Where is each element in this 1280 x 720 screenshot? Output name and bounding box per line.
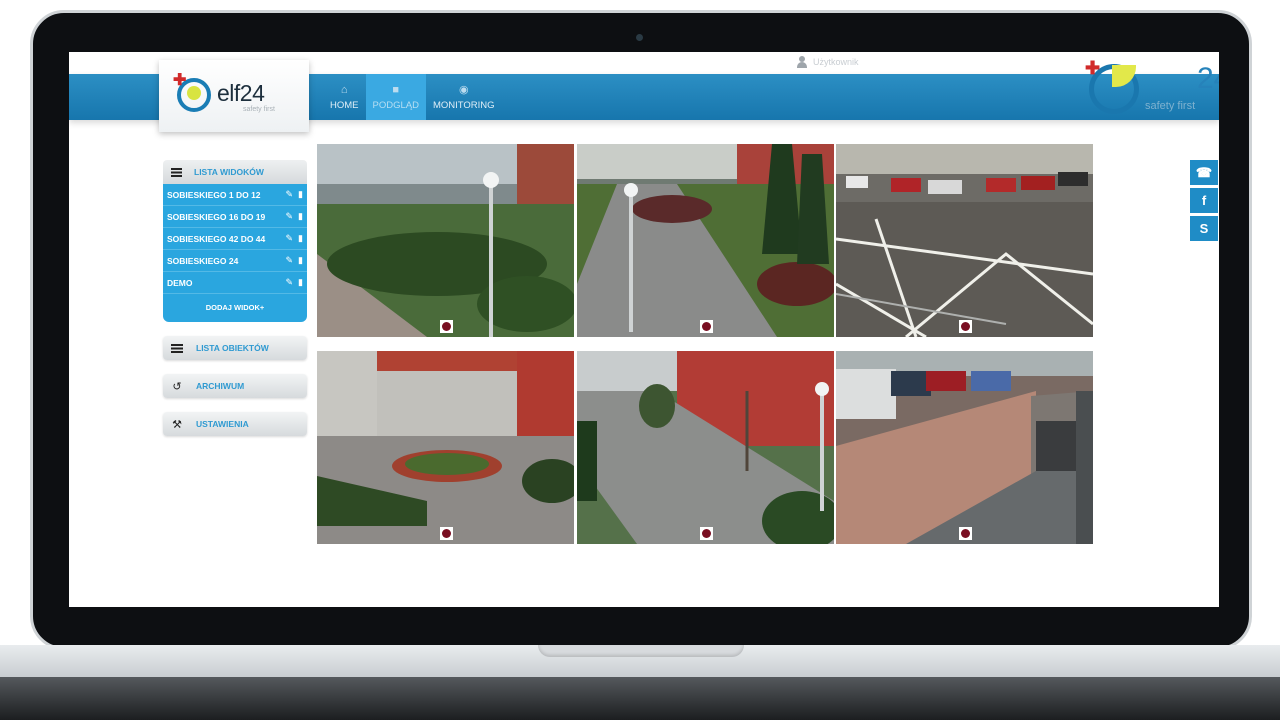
laptop-notch xyxy=(538,645,744,657)
view-item[interactable]: DEMO ✎ ▮ xyxy=(163,272,307,294)
pencil-icon[interactable]: ✎ xyxy=(286,255,294,266)
user-menu[interactable]: Użytkownik xyxy=(797,56,859,68)
camera-grid xyxy=(317,144,1093,544)
camera-feed-image xyxy=(317,144,574,337)
record-button[interactable] xyxy=(439,320,453,333)
brand-logo-right: ✚ 24 safety first xyxy=(1085,58,1219,120)
views-list: SOBIESKIEGO 1 DO 12 ✎ ▮ SOBIESKIEGO 16 D… xyxy=(163,184,307,322)
phone-icon[interactable]: ☎ xyxy=(1190,160,1218,185)
trash-icon[interactable]: ▮ xyxy=(298,211,303,222)
record-button[interactable] xyxy=(439,527,453,540)
logo-subtitle: safety first xyxy=(243,106,275,113)
objects-button[interactable]: LISTA OBIEKTÓW xyxy=(163,336,307,360)
views-header[interactable]: LISTA WIDOKÓW xyxy=(163,160,307,184)
view-item[interactable]: SOBIESKIEGO 1 DO 12 ✎ ▮ xyxy=(163,184,307,206)
objects-label: LISTA OBIEKTÓW xyxy=(196,343,269,353)
record-button[interactable] xyxy=(958,527,972,540)
skype-icon[interactable]: S xyxy=(1190,216,1218,241)
view-item-label: SOBIESKIEGO 16 DO 19 xyxy=(167,211,266,222)
brand-number: 24 xyxy=(1197,62,1219,95)
home-icon: ⌂ xyxy=(340,83,348,96)
trash-icon[interactable]: ▮ xyxy=(298,189,303,200)
camera-feed-image xyxy=(577,144,834,337)
trash-icon[interactable]: ▮ xyxy=(298,277,303,288)
user-name: Użytkownik xyxy=(813,57,859,67)
archive-label: ARCHIWUM xyxy=(196,381,245,391)
record-button[interactable] xyxy=(699,320,713,333)
video-camera-icon: ■ xyxy=(392,83,400,96)
logo[interactable]: ✚ elf24 safety first xyxy=(159,60,309,132)
settings-button[interactable]: ⚒ USTAWIENIA xyxy=(163,412,307,436)
app-screen: Użytkownik ✚ elf24 safety first ⌂ HOME ■… xyxy=(69,52,1219,607)
trash-icon[interactable]: ▮ xyxy=(298,255,303,266)
pencil-icon[interactable]: ✎ xyxy=(286,211,294,222)
social-bar: ☎ f S xyxy=(1190,160,1218,241)
view-item[interactable]: SOBIESKIEGO 16 DO 19 ✎ ▮ xyxy=(163,206,307,228)
camera-tile[interactable] xyxy=(317,144,574,337)
trash-icon[interactable]: ▮ xyxy=(298,233,303,244)
view-item[interactable]: SOBIESKIEGO 24 ✎ ▮ xyxy=(163,250,307,272)
logo-cross-icon: ✚ xyxy=(173,72,187,89)
facebook-icon[interactable]: f xyxy=(1190,188,1218,213)
add-view-button[interactable]: DODAJ WIDOK+ xyxy=(163,294,307,320)
views-header-label: LISTA WIDOKÓW xyxy=(194,167,264,177)
pencil-icon[interactable]: ✎ xyxy=(286,233,294,244)
view-item-label: SOBIESKIEGO 24 xyxy=(167,255,239,266)
logo-text: elf24 xyxy=(217,80,265,106)
nav-preview-label: PODGLĄD xyxy=(372,99,419,111)
webcam xyxy=(636,34,643,41)
list-icon xyxy=(171,343,183,353)
list-icon xyxy=(171,167,182,177)
view-item-label: SOBIESKIEGO 1 DO 12 xyxy=(167,189,261,200)
sidebar: LISTA WIDOKÓW SOBIESKIEGO 1 DO 12 ✎ ▮ SO… xyxy=(163,160,307,436)
record-button[interactable] xyxy=(699,527,713,540)
nav-monitoring[interactable]: ◉ MONITORING xyxy=(426,74,502,120)
main-nav: ⌂ HOME ■ PODGLĄD ◉ MONITORING xyxy=(323,74,502,120)
camera-tile[interactable] xyxy=(836,351,1093,544)
pencil-icon[interactable]: ✎ xyxy=(286,277,294,288)
eye-icon: ◉ xyxy=(458,83,469,96)
camera-tile[interactable] xyxy=(317,351,574,544)
nav-home-label: HOME xyxy=(330,99,359,111)
nav-monitoring-label: MONITORING xyxy=(432,99,495,111)
camera-feed-image xyxy=(317,351,574,544)
brand-cross-icon: ✚ xyxy=(1085,58,1101,78)
wrench-icon: ⚒ xyxy=(172,418,182,431)
camera-tile[interactable] xyxy=(836,144,1093,337)
camera-feed-image xyxy=(577,351,834,544)
user-icon xyxy=(797,56,807,68)
archive-button[interactable]: ↺ ARCHIWUM xyxy=(163,374,307,398)
settings-label: USTAWIENIA xyxy=(196,419,249,429)
view-item[interactable]: SOBIESKIEGO 42 DO 44 ✎ ▮ xyxy=(163,228,307,250)
camera-feed-image xyxy=(836,351,1093,544)
record-button[interactable] xyxy=(958,320,972,333)
nav-preview[interactable]: ■ PODGLĄD xyxy=(365,74,426,120)
nav-home[interactable]: ⌂ HOME xyxy=(323,74,366,120)
camera-tile[interactable] xyxy=(577,144,834,337)
camera-tile[interactable] xyxy=(577,351,834,544)
view-item-label: SOBIESKIEGO 42 DO 44 xyxy=(167,233,266,244)
pencil-icon[interactable]: ✎ xyxy=(286,189,294,200)
brand-tagline: safety first xyxy=(1145,100,1196,112)
laptop-shadow xyxy=(0,677,1280,720)
history-icon: ↺ xyxy=(172,380,182,393)
view-item-label: DEMO xyxy=(167,277,193,288)
camera-feed-image xyxy=(836,144,1093,337)
